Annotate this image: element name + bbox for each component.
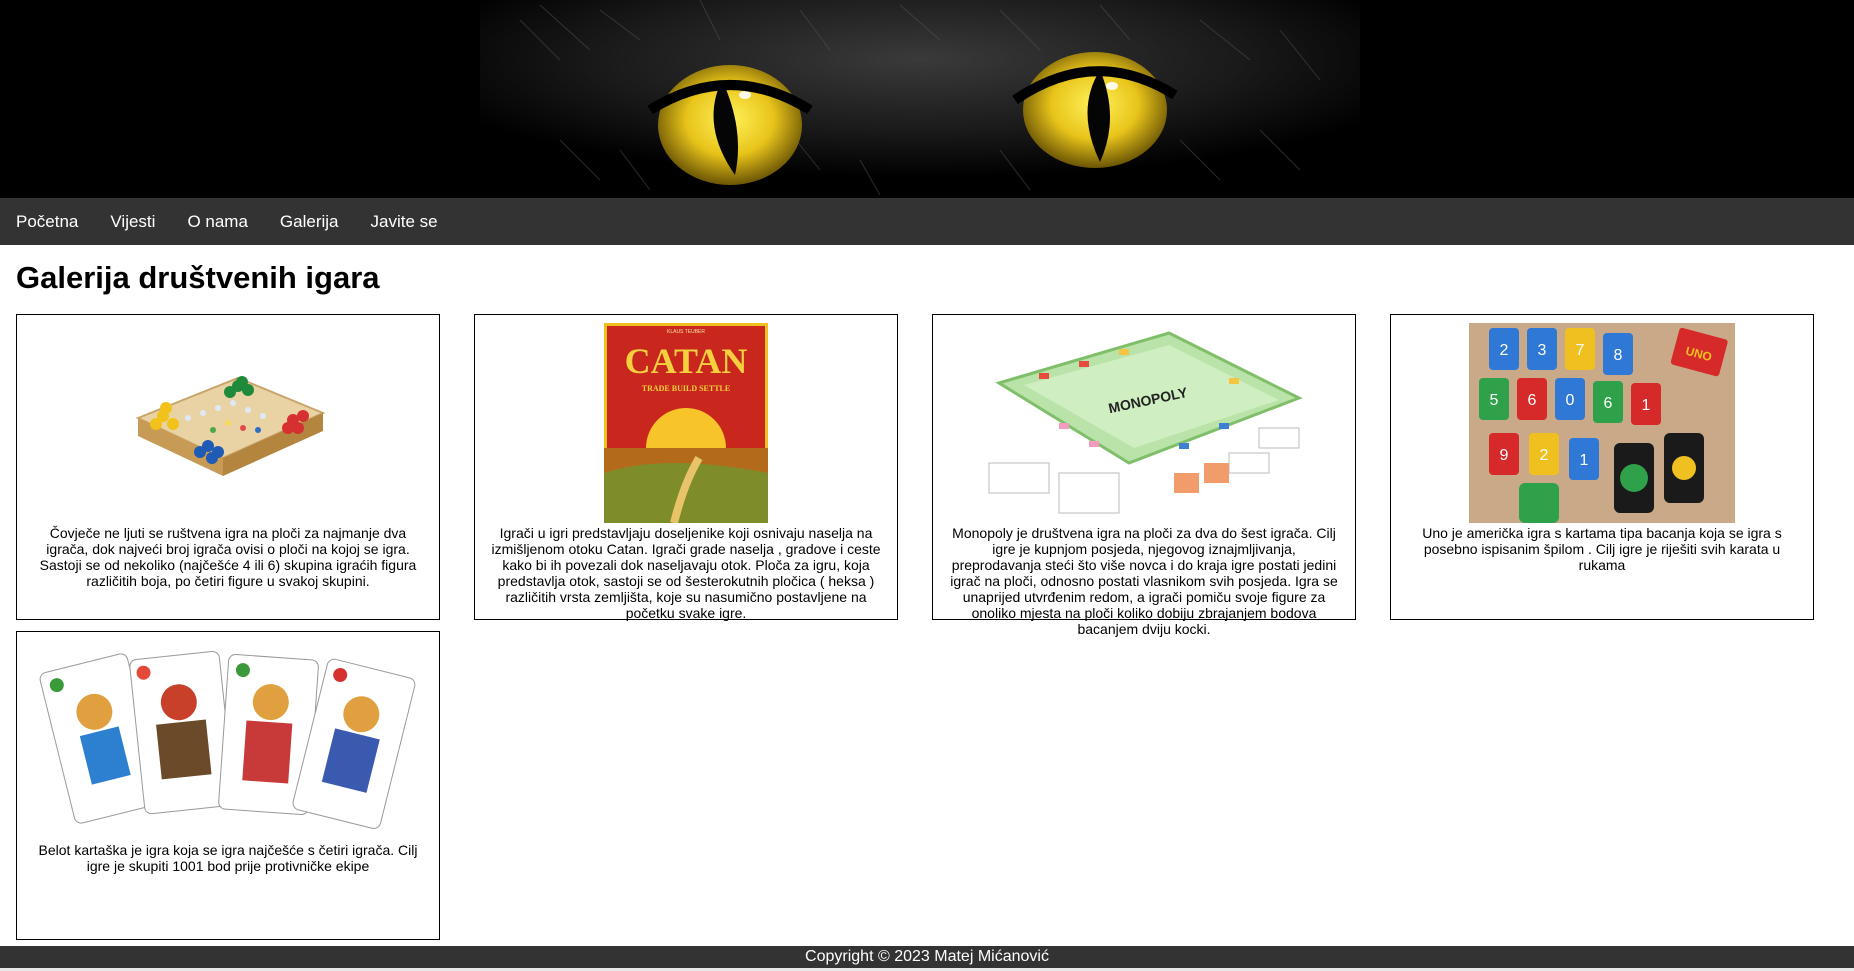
header-banner [0, 0, 1854, 198]
card-description: Igrači u igri predstavljaju doseljenike … [491, 525, 881, 621]
card-description: Belot kartaška je igra koja se igra najč… [38, 842, 418, 874]
nav-link-vijesti[interactable]: Vijesti [94, 198, 171, 245]
cat-eyes-banner-image [0, 0, 1854, 198]
uno-card-number: 2 [1540, 447, 1549, 464]
catan-author: KLAUS TEUBER [667, 329, 705, 335]
ludo-board-image[interactable] [17, 323, 439, 523]
card-description: Čovječe ne ljuti se ruštvena igra na plo… [39, 525, 417, 589]
catan-title: CATAN [625, 341, 748, 381]
uno-card-number: 5 [1490, 392, 1499, 409]
uno-card-number: 7 [1576, 342, 1585, 359]
uno-card-number: 9 [1500, 447, 1509, 464]
gallery-card: Belot kartaška je igra koja se igra najč… [16, 631, 440, 940]
card-description: Uno je američka igra s kartama tipa baca… [1422, 525, 1782, 573]
uno-card-number: 6 [1604, 395, 1613, 412]
catan-subtitle: TRADE BUILD SETTLE [642, 384, 730, 393]
gallery-card: 2 3 7 8 5 6 0 6 1 9 2 1 UNO Uno je ameri… [1390, 314, 1814, 620]
nav-link-pocetna[interactable]: Početna [0, 198, 94, 245]
uno-card-number: 1 [1642, 397, 1651, 414]
uno-card-number: 6 [1528, 392, 1537, 409]
page-title: Galerija društvenih igara [16, 260, 380, 295]
card-description: Monopoly je društvena igra na ploči za d… [950, 525, 1338, 637]
uno-card-number: 3 [1538, 342, 1547, 359]
gallery-card: KLAUS TEUBER CATAN TRADE BUILD SETTLE Ig… [474, 314, 898, 621]
gallery-card: Čovječe ne ljuti se ruštvena igra na plo… [16, 314, 440, 620]
monopoly-board-image[interactable]: MONOPOLY [933, 323, 1355, 523]
copyright-text: Copyright © 2023 Matej Mićanović [805, 948, 1049, 965]
main-nav: Početna Vijesti O nama Galerija Javite s… [0, 198, 1854, 245]
uno-card-number: 2 [1500, 342, 1509, 359]
nav-link-javite-se[interactable]: Javite se [355, 198, 454, 245]
catan-box-image[interactable]: KLAUS TEUBER CATAN TRADE BUILD SETTLE [475, 323, 897, 523]
uno-cards-image[interactable]: 2 3 7 8 5 6 0 6 1 9 2 1 UNO [1391, 323, 1813, 523]
uno-card-number: 0 [1566, 392, 1575, 409]
belot-cards-image[interactable] [17, 642, 439, 842]
footer: Copyright © 2023 Matej Mićanović [0, 946, 1854, 968]
nav-link-galerija[interactable]: Galerija [264, 198, 355, 245]
nav-link-o-nama[interactable]: O nama [171, 198, 263, 245]
gallery-card: MONOPOLY Monopoly je društvena igra na p… [932, 314, 1356, 637]
uno-card-number: 1 [1580, 452, 1589, 469]
uno-card-number: 8 [1614, 347, 1623, 364]
